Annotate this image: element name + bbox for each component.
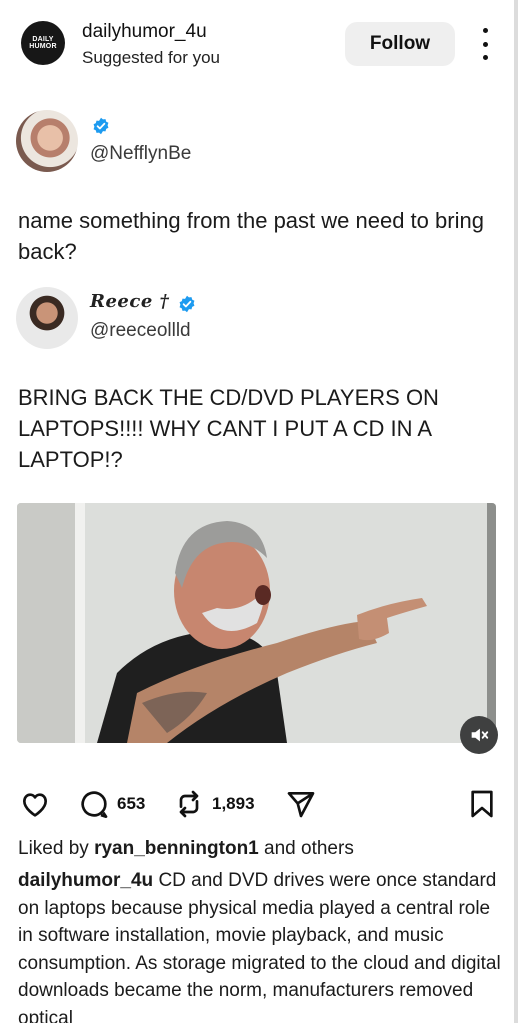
follow-button[interactable]: Follow xyxy=(345,22,455,66)
share-icon xyxy=(287,792,315,818)
mute-icon[interactable] xyxy=(460,716,498,754)
tweet1-avatar xyxy=(16,110,78,172)
scroll-edge xyxy=(514,0,518,1023)
logo-line-1: DAILY xyxy=(32,36,54,43)
more-vertical-icon[interactable] xyxy=(478,28,492,60)
caption-text: CD and DVD drives were once standard on … xyxy=(18,870,501,1023)
action-bar: 653 1,893 xyxy=(0,782,518,826)
repost-button[interactable]: 1,893 xyxy=(172,782,255,826)
likes-summary[interactable]: Liked by ryan_bennington1 and others xyxy=(18,838,354,860)
comment-icon xyxy=(81,791,108,818)
post-header: DAILY HUMOR dailyhumor_4u Suggested for … xyxy=(0,0,518,88)
instagram-post: DAILY HUMOR dailyhumor_4u Suggested for … xyxy=(0,0,518,1023)
post-media[interactable] xyxy=(17,503,496,743)
media-scene xyxy=(17,503,496,743)
logo-line-2: HUMOR xyxy=(29,43,57,50)
repost-count: 1,893 xyxy=(212,794,255,813)
like-button[interactable] xyxy=(18,782,52,826)
bookmark-icon xyxy=(471,790,493,818)
tweet2-handle: @reeceollld xyxy=(90,320,191,341)
tweet2-avatar xyxy=(16,287,78,349)
tweet1-text: name something from the past we need to … xyxy=(18,208,484,264)
post-caption: dailyhumor_4u CD and DVD drives were onc… xyxy=(18,867,503,1023)
tweet1-handle: @NefflynBe xyxy=(90,143,192,164)
repost-icon xyxy=(179,790,199,818)
comment-count: 653 xyxy=(117,794,146,813)
comment-button[interactable]: 653 xyxy=(77,782,145,826)
share-button[interactable] xyxy=(284,782,318,826)
caption-username[interactable]: dailyhumor_4u xyxy=(18,870,153,891)
likes-suffix: and others xyxy=(264,838,354,859)
suggested-label: Suggested for you xyxy=(82,48,220,67)
tweet2-name: Reece † xyxy=(90,291,170,312)
liked-by-user[interactable]: ryan_bennington1 xyxy=(94,838,259,859)
heart-icon xyxy=(23,793,47,817)
verified-badge-icon xyxy=(93,117,109,135)
verified-badge-icon xyxy=(179,295,195,313)
likes-prefix: Liked by xyxy=(18,838,89,859)
tweet2-text: BRING BACK THE CD/DVD PLAYERS ON LAPTOPS… xyxy=(18,385,439,472)
account-avatar[interactable]: DAILY HUMOR xyxy=(21,21,65,65)
account-name[interactable]: dailyhumor_4u xyxy=(82,21,207,43)
save-button[interactable] xyxy=(466,782,498,826)
